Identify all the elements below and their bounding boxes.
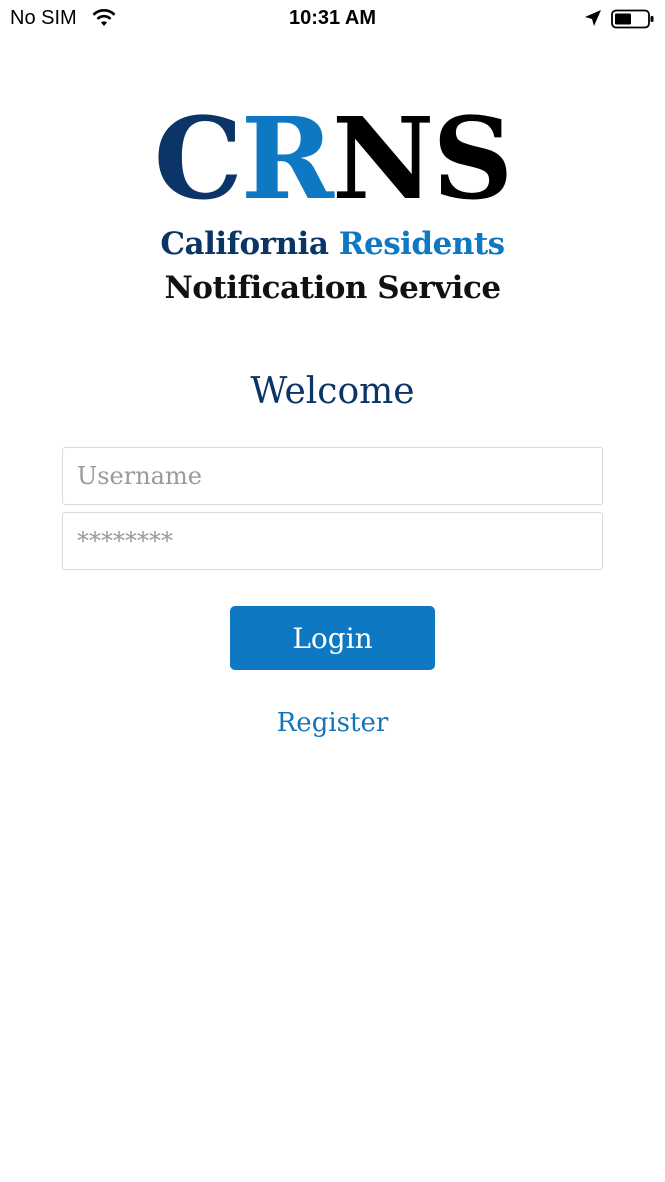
login-button[interactable]: Login xyxy=(230,606,435,670)
logo-word-residents: Residents xyxy=(338,226,505,262)
logo-letter-c: C xyxy=(153,94,243,225)
status-bar: No SIM 10:31 AM xyxy=(0,0,665,38)
logo-mark: CRNS xyxy=(0,98,665,222)
register-link[interactable]: Register xyxy=(0,705,665,741)
logo-tagline-line2: Notification Service xyxy=(164,270,501,306)
logo-letters-ns: NS xyxy=(331,94,513,225)
crns-logo: CRNS California Residents Notification S… xyxy=(0,98,665,310)
logo-word-california: California xyxy=(160,226,329,262)
location-arrow-icon xyxy=(585,10,601,26)
username-input[interactable] xyxy=(62,447,603,505)
battery-icon xyxy=(611,9,654,29)
logo-letter-r: R xyxy=(240,94,334,225)
welcome-heading: Welcome xyxy=(250,371,415,412)
clock: 10:31 AM xyxy=(288,7,377,29)
password-input[interactable] xyxy=(62,512,603,570)
logo-tagline-line1: California Residents xyxy=(0,222,665,266)
